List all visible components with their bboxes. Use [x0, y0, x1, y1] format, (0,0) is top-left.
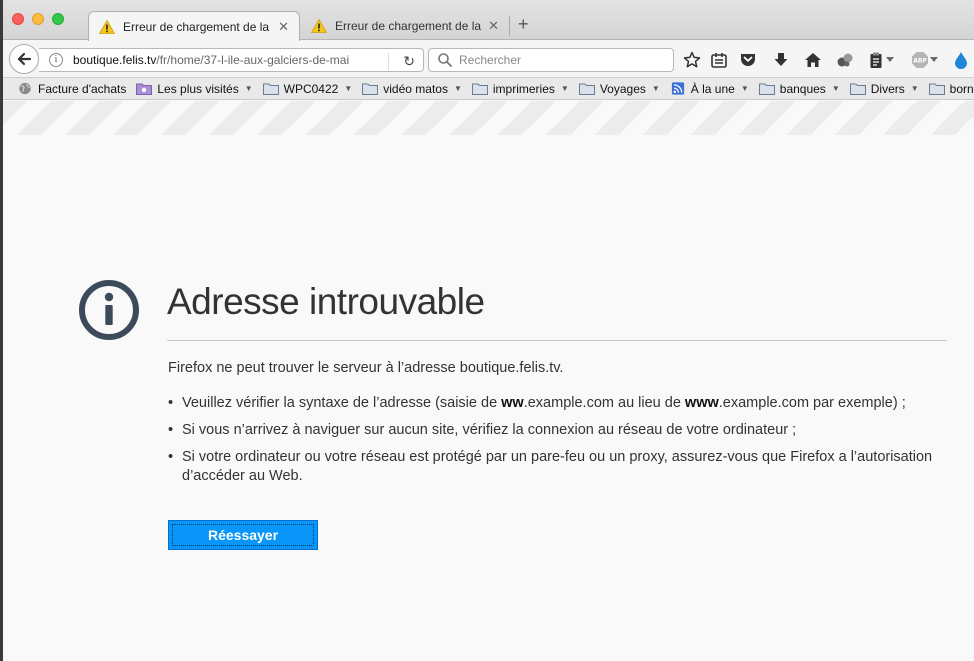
- new-tab-button[interactable]: +: [518, 14, 529, 35]
- pocket-icon[interactable]: [738, 50, 758, 70]
- folder-icon: [262, 83, 279, 95]
- chevron-down-icon: ▼: [740, 84, 749, 93]
- tab-inactive[interactable]: Erreur de chargement de la … ✕: [301, 11, 509, 41]
- url-text[interactable]: boutique.felis.tv/fr/home/37-l-ile-aux-g…: [73, 53, 363, 67]
- bookmark-label: Facture d'achats: [38, 81, 127, 96]
- bookmark-folder[interactable]: imprimeries ▼: [471, 81, 569, 96]
- search-bar[interactable]: [428, 48, 674, 72]
- drop-icon[interactable]: [953, 50, 969, 70]
- chevron-down-icon[interactable]: [885, 50, 895, 70]
- retry-button[interactable]: Réessayer: [168, 520, 318, 550]
- bookmark-label: vidéo matos: [383, 81, 448, 96]
- search-input[interactable]: [459, 53, 659, 67]
- back-arrow-icon: [17, 52, 32, 66]
- bookmark-folder[interactable]: Divers ▼: [849, 81, 919, 96]
- suggestion-item: Veuillez vérifier la syntaxe de l’adress…: [168, 394, 958, 413]
- bookmark-folder[interactable]: Voyages ▼: [578, 81, 660, 96]
- folder-icon: [362, 83, 379, 95]
- url-bar[interactable]: i boutique.felis.tv/fr/home/37-l-ile-aux…: [39, 48, 424, 72]
- suggestion-emphasis: ww: [501, 395, 524, 411]
- chevron-down-icon: ▼: [453, 84, 462, 93]
- title-divider: [167, 340, 947, 341]
- bookmark-feed[interactable]: À la une ▼: [670, 82, 749, 96]
- striped-banner: [3, 101, 974, 135]
- chevron-down-icon: ▼: [560, 84, 569, 93]
- bookmark-folder[interactable]: WPC0422 ▼: [262, 81, 353, 96]
- rss-icon: [671, 82, 684, 95]
- site-info-icon[interactable]: i: [49, 53, 63, 67]
- tab-active[interactable]: Erreur de chargement de la … ✕: [88, 11, 300, 41]
- folder-icon: [578, 83, 595, 95]
- bookmark-label: Divers: [870, 81, 905, 96]
- globe-icon: [19, 82, 31, 95]
- bookmark-label: borneo: [949, 81, 974, 96]
- page-title: Adresse introuvable: [167, 281, 485, 322]
- suggestion-list: Veuillez vérifier la syntaxe de l’adress…: [168, 394, 958, 494]
- tab-strip: Erreur de chargement de la … ✕ Erreur de…: [3, 0, 974, 41]
- adblock-plus-icon[interactable]: ABP: [910, 50, 930, 70]
- chevron-down-icon: ▼: [344, 84, 353, 93]
- info-icon: [79, 280, 139, 340]
- chevron-down-icon: ▼: [651, 84, 660, 93]
- downloads-icon[interactable]: [771, 50, 791, 70]
- folder-icon: [758, 83, 775, 95]
- bookmark-star-icon[interactable]: [682, 50, 702, 70]
- reload-icon[interactable]: ↻: [388, 53, 415, 70]
- bookmark-folder[interactable]: banques ▼: [758, 81, 840, 96]
- warning-icon: [99, 19, 115, 34]
- search-icon: [438, 53, 452, 67]
- home-icon[interactable]: [803, 50, 823, 70]
- window-maximize-button[interactable]: [52, 13, 64, 25]
- folder-icon: [928, 83, 945, 95]
- suggestion-text: .example.com au lieu de: [523, 395, 685, 411]
- browser-window: Erreur de chargement de la … ✕ Erreur de…: [3, 0, 974, 661]
- window-minimize-button[interactable]: [32, 13, 44, 25]
- suggestion-text: .example.com par exemple) ;: [718, 395, 906, 411]
- bookmark-item[interactable]: Facture d'achats: [17, 82, 126, 96]
- extension-icon[interactable]: [835, 50, 855, 70]
- bookmark-label: À la une: [690, 81, 735, 96]
- tab-close-icon[interactable]: ✕: [488, 18, 499, 34]
- tab-title: Erreur de chargement de la …: [123, 19, 273, 34]
- bookmark-folder[interactable]: borneo: [928, 81, 974, 96]
- navigation-toolbar: i boutique.felis.tv/fr/home/37-l-ile-aux…: [3, 40, 974, 78]
- tab-separator: [509, 16, 510, 36]
- chevron-down-icon: ▼: [910, 84, 919, 93]
- suggestion-item: Si votre ordinateur ou votre réseau est …: [168, 448, 958, 486]
- chevron-down-icon[interactable]: [929, 50, 939, 70]
- folder-icon: [471, 83, 488, 95]
- reading-list-icon[interactable]: [709, 50, 729, 70]
- bookmarks-toolbar: Facture d'achats Les plus visités ▼ WPC0…: [3, 78, 974, 100]
- error-description: Firefox ne peut trouver le serveur à l’a…: [168, 360, 564, 376]
- folder-icon: [849, 83, 866, 95]
- bookmark-label: WPC0422: [283, 81, 339, 96]
- smart-folder-icon: [136, 83, 153, 95]
- window-close-button[interactable]: [12, 13, 24, 25]
- url-domain: boutique.felis.tv: [73, 53, 157, 67]
- chevron-down-icon: ▼: [831, 84, 840, 93]
- bookmark-label: Les plus visités: [157, 81, 239, 96]
- bookmark-label: banques: [779, 81, 826, 96]
- bookmark-folder[interactable]: vidéo matos ▼: [362, 82, 462, 96]
- tab-close-icon[interactable]: ✕: [278, 19, 289, 35]
- bookmark-label: imprimeries: [492, 81, 555, 96]
- clipboard-icon[interactable]: [866, 50, 886, 70]
- tab-title: Erreur de chargement de la …: [335, 19, 483, 33]
- suggestion-item: Si vous n’arrivez à naviguer sur aucun s…: [168, 421, 958, 440]
- back-button[interactable]: [9, 44, 39, 74]
- bookmark-folder[interactable]: Les plus visités ▼: [136, 81, 253, 96]
- warning-icon: [311, 19, 327, 33]
- svg-text:ABP: ABP: [913, 58, 927, 65]
- bookmark-label: Voyages: [599, 81, 646, 96]
- url-path: /fr/home/37-l-ile-aux-galciers-de-mai: [156, 53, 350, 67]
- chevron-down-icon: ▼: [244, 84, 253, 93]
- suggestion-emphasis: www: [684, 395, 719, 411]
- suggestion-text: Veuillez vérifier la syntaxe de l’adress…: [182, 395, 502, 411]
